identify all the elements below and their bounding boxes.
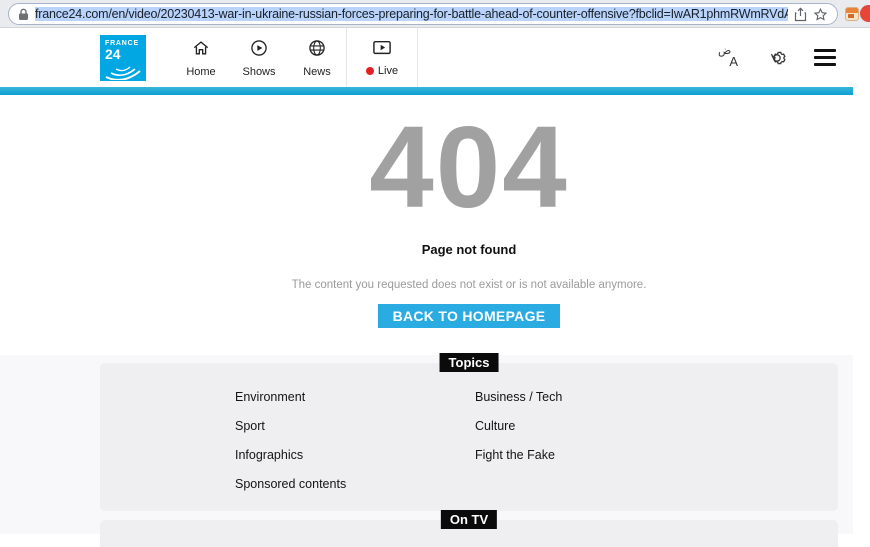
nav-label: Shows: [242, 65, 276, 78]
error-section: 404 Page not found The content you reque…: [0, 95, 853, 355]
globe-icon: [307, 38, 327, 63]
browser-toolbar: france24.com/en/video/20230413-war-in-uk…: [0, 0, 870, 28]
url-selected-text: france24.com/en/video/20230413-war-in-uk…: [35, 7, 788, 21]
site-header: FRANCE 24 Home Shows News Live ض A: [0, 28, 853, 87]
topic-link-culture[interactable]: Culture: [475, 419, 838, 448]
browser-profile-avatar[interactable]: [860, 5, 870, 22]
hamburger-menu-icon[interactable]: [814, 49, 836, 66]
back-to-homepage-button[interactable]: BACK TO HOMEPAGE: [377, 304, 561, 328]
topics-badge: Topics: [439, 353, 499, 372]
topic-link-business-tech[interactable]: Business / Tech: [475, 390, 838, 419]
tv-play-icon: [371, 39, 393, 62]
home-icon: [191, 38, 211, 63]
bookmark-star-icon[interactable]: [813, 7, 828, 22]
header-actions: ض A: [718, 45, 836, 69]
logo-ripple-graphic: [105, 65, 141, 80]
on-tv-panel: On TV: [100, 510, 838, 547]
page-viewport: FRANCE 24 Home Shows News Live ض A 404 P…: [0, 28, 853, 547]
live-red-dot: [365, 66, 374, 75]
topic-link-fight-the-fake[interactable]: Fight the Fake: [475, 448, 838, 477]
nav-item-news[interactable]: News: [288, 38, 346, 78]
error-title: Page not found: [421, 242, 517, 257]
gear-icon[interactable]: [767, 48, 787, 68]
topic-link-infographics[interactable]: Infographics: [235, 448, 475, 477]
nav-item-live[interactable]: Live: [347, 39, 417, 77]
play-circle-icon: [249, 38, 269, 63]
error-code: 404: [369, 102, 569, 232]
topics-links: Environment Sport Infographics Sponsored…: [235, 390, 838, 506]
nav-label: Home: [186, 65, 216, 78]
topic-link-environment[interactable]: Environment: [235, 390, 475, 419]
language-switch-icon[interactable]: ض A: [718, 45, 740, 69]
header-divider: [417, 28, 418, 87]
browser-extension-icon[interactable]: [845, 7, 859, 21]
topic-link-sponsored-contents[interactable]: Sponsored contents: [235, 477, 475, 506]
footer-sections: Topics Environment Sport Infographics Sp…: [0, 353, 853, 547]
on-tv-badge: On TV: [440, 510, 498, 529]
live-label: Live: [377, 64, 399, 77]
nav-item-shows[interactable]: Shows: [230, 38, 288, 78]
topics-panel: Topics Environment Sport Infographics Sp…: [100, 353, 838, 511]
lang-latin-glyph: A: [729, 53, 738, 69]
france24-logo[interactable]: FRANCE 24: [100, 34, 146, 81]
lock-icon: [18, 8, 29, 21]
nav-item-home[interactable]: Home: [172, 38, 230, 78]
url-input[interactable]: france24.com/en/video/20230413-war-in-uk…: [35, 7, 788, 21]
error-message: The content you requested does not exist…: [291, 279, 647, 291]
nav-label: News: [303, 65, 331, 78]
brand-blue-bar: [0, 87, 853, 95]
share-icon[interactable]: [794, 6, 807, 22]
url-bar[interactable]: france24.com/en/video/20230413-war-in-uk…: [8, 3, 838, 25]
main-nav: Home Shows News: [172, 38, 346, 78]
topic-link-sport[interactable]: Sport: [235, 419, 475, 448]
